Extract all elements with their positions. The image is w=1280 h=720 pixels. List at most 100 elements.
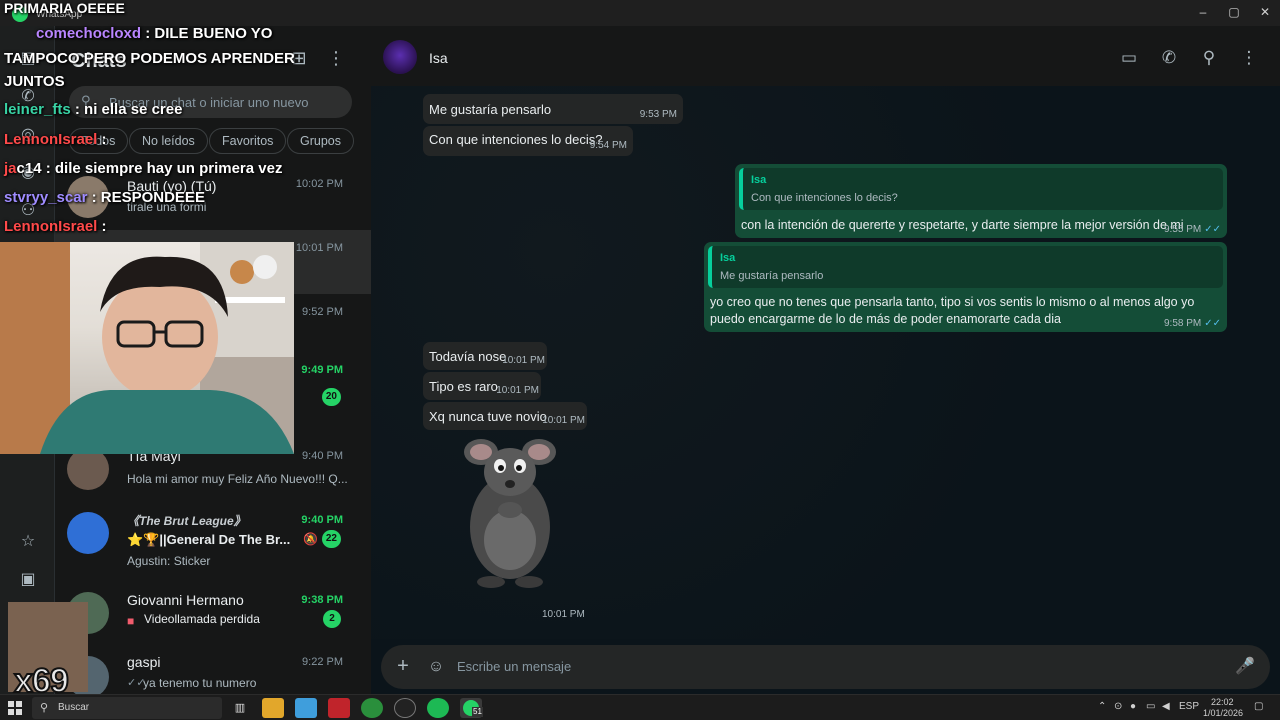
message-text: Tipo es raro [429,379,498,394]
video-call-icon[interactable]: ▭ [1117,46,1141,70]
chat-list-item[interactable]: Giovanni Hermano ■ Videollamada perdida … [55,582,371,646]
overlay-chat-line: leiner_fts : ni ella se cree [4,101,182,118]
menu-icon[interactable]: ⋮ [1237,46,1261,70]
task-view-icon[interactable]: ▥ [229,698,251,718]
app-icon[interactable] [295,698,317,718]
rat-sticker-icon [464,439,556,588]
network-icon[interactable]: ▭ [1146,701,1155,712]
chat-time: 9:40 PM [301,514,343,526]
incoming-message: Xq nunca tuve novio 10:01 PM [423,402,587,430]
incoming-message: Con que intenciones lo decis? 9:54 PM [423,126,633,156]
message-time-text: 9:55 PM [1163,224,1202,235]
filter-chip-no-leidos[interactable]: No leídos [129,128,208,154]
chrome-icon[interactable] [361,698,383,718]
quoted-author: Isa [720,252,736,264]
missed-video-call-icon: ■ [127,614,135,628]
obs-icon[interactable] [394,698,416,718]
tray-mic-icon[interactable]: ● [1130,701,1136,712]
volume-icon[interactable]: ◀ [1162,701,1170,712]
attach-plus-icon[interactable]: + [391,655,415,679]
taskbar-search-label: Buscar [58,702,90,713]
language-indicator[interactable]: ESP [1179,701,1199,712]
voice-call-icon[interactable]: ✆ [1157,46,1181,70]
message-text: Todavía nose [429,349,507,364]
chat-time: 9:40 PM [302,450,343,462]
quoted-message[interactable]: Isa Con que intenciones lo decis? [739,168,1223,210]
avatar [67,512,109,554]
quoted-message[interactable]: Isa Me gustaría pensarlo [708,246,1223,288]
tray-chevron-icon[interactable]: ⌃ [1098,701,1106,712]
search-icon: ⚲ [40,702,49,714]
menu-icon[interactable]: ⋮ [325,48,347,70]
filter-chip-favoritos[interactable]: Favoritos [209,128,287,154]
chat-list-item[interactable]: 《The Brut League》 ⭐🏆||General De The Br.… [55,502,371,572]
overlay-username: LennonIsrael [4,131,98,148]
streamer-image [0,242,294,454]
overlay-message: : RESPONDEEE [87,189,205,206]
overlay-username: LennonIsrael [4,218,98,235]
taskbar-search[interactable]: ⚲ Buscar [32,697,222,719]
clock-date: 1/01/2026 [1203,708,1244,718]
overlay-chat-line: JUNTOS [4,73,65,90]
file-explorer-icon[interactable] [262,698,284,718]
overlay-message: JUNTOS [4,73,65,90]
chat-preview-sub: Agustin: Sticker [127,554,211,568]
chat-preview: ya tenemo tu numero [143,676,257,690]
chat-time: 9:38 PM [301,594,343,606]
unread-badge: 20 [321,388,341,406]
message-text: Xq nunca tuve novio [429,409,547,424]
quoted-author: Isa [751,174,767,186]
overlay-top-line: PRIMARIA OEEEE [4,0,125,16]
message-text: con la intención de quererte y respetart… [741,218,1184,232]
message-time: 9:53 PM [639,109,677,120]
overlay-message: : [97,131,107,148]
chat-time: 10:01 PM [295,242,343,254]
chat-time: 9:22 PM [302,656,343,668]
message-text: Con que intenciones lo decis? [429,132,603,147]
notifications-icon[interactable]: ▢ [1254,701,1263,712]
tray-icon[interactable]: ⊙ [1114,701,1122,712]
incoming-message: Tipo es raro 10:01 PM [423,372,541,400]
overlay-chat-line: jac14 : dile siempre hay un primera vez [4,160,282,177]
avatar [67,448,109,490]
rat-sticker[interactable] [455,432,565,597]
search-icon[interactable]: ⚲ [1197,46,1221,70]
whatsapp-taskbar-icon[interactable]: 51 [460,698,483,718]
microphone-icon[interactable]: 🎤 [1234,655,1256,679]
chat-time: 10:02 PM [295,178,343,190]
contact-avatar[interactable] [383,40,417,74]
spotify-icon[interactable] [427,698,449,718]
chat-name: Giovanni Hermano [127,592,244,608]
overlay-chat-line: LennonIsrael : [4,218,107,235]
minimize-button[interactable]: – [1186,2,1220,22]
close-button[interactable]: ✕ [1248,2,1280,22]
overlay-chat-line: stvryy_scar : RESPONDEEE [4,189,205,206]
conversation-header: Isa ▭ ✆ ⚲ ⋮ [371,26,1280,86]
contact-name[interactable]: Isa [429,50,448,66]
emoji-icon[interactable]: ☺ [425,656,447,678]
windows-start-icon[interactable] [8,701,22,715]
chat-name: gaspi [127,654,161,670]
webcam-overlay [0,242,294,454]
message-time: 10:01 PM [502,355,545,366]
overlay-chat-line: TAMPOCO PERO PODEMOS APRENDER [4,50,295,67]
filter-chip-grupos[interactable]: Grupos [287,128,354,154]
overlay-chat-line: comechocloxd : DILE BUENO YO [36,25,272,42]
read-ticks-icon: ✓✓ [127,677,146,689]
app-icon-red[interactable] [328,698,350,718]
chat-preview: Hola mi amor muy Feliz Año Nuevo!!! Q... [127,472,347,486]
overlay-message: : ni ella se cree [70,101,183,118]
starred-icon[interactable]: ☆ [17,531,39,553]
taskbar-badge: 51 [472,707,483,717]
maximize-button[interactable]: ▢ [1217,2,1251,22]
unread-badge: 22 [321,530,341,548]
chat-time: 9:49 PM [301,364,343,376]
quoted-text: Me gustaría pensarlo [720,270,824,282]
overlay-message: : DILE BUENO YO [141,25,273,42]
outgoing-message: Isa Me gustaría pensarlo yo creo que no … [704,242,1227,332]
message-input-placeholder: Escribe un mensaje [457,659,572,674]
message-input-box[interactable]: + ☺ Escribe un mensaje 🎤 [381,645,1270,689]
message-time: 10:01 PM [542,415,585,426]
outgoing-message: Isa Con que intenciones lo decis? con la… [735,164,1227,238]
media-icon[interactable]: ▣ [17,569,39,591]
